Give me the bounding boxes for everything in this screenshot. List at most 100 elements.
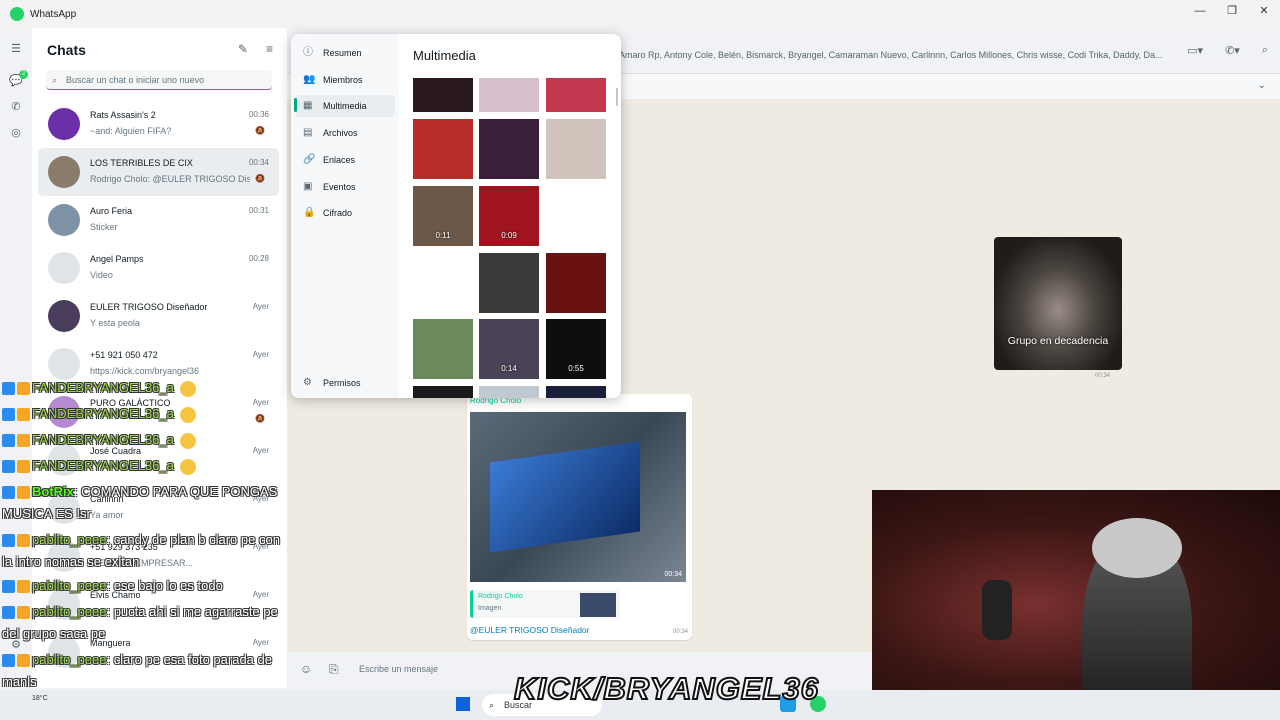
chat-message: del grupo saca pe	[2, 626, 106, 641]
badge-icon	[17, 654, 30, 668]
windows-start-icon[interactable]	[456, 697, 470, 711]
chat-preview: Y esta peola	[90, 318, 140, 328]
voice-call-icon[interactable]: ✆▾	[1225, 44, 1240, 57]
chat-message: manls	[2, 674, 37, 689]
menu-icon[interactable]: ☰	[9, 42, 23, 56]
stream-chat-line: del grupo saca pe	[2, 626, 105, 641]
nav-item-multimedia[interactable]: ▦ Multimedia	[295, 95, 395, 118]
chat-time: Ayer	[252, 350, 269, 359]
media-thumbnail[interactable]	[413, 319, 473, 379]
chat-name: EULER TRIGOSO Diseñador	[90, 302, 208, 312]
chat-time: Ayer	[252, 638, 269, 647]
media-thumbnail[interactable]: 0:11	[413, 186, 473, 246]
badge-icon	[2, 382, 15, 396]
media-thumbnail[interactable]	[546, 78, 606, 112]
search-icon: ⌕	[52, 75, 58, 85]
badge-icon	[17, 580, 30, 594]
media-thumbnail[interactable]	[413, 386, 473, 398]
permissions-item[interactable]: ⚙ Permisos	[295, 372, 395, 394]
chat-row[interactable]: Angel Pamps Video 00:28	[38, 244, 279, 292]
media-thumbnail[interactable]	[546, 119, 606, 179]
chat-time: 00:36	[248, 110, 269, 119]
chat-row[interactable]: LOS TERRIBLES DE CIX Rodrigo Cholo: @EULE…	[38, 148, 279, 196]
nav-item-miembros[interactable]: 👥 Miembros	[295, 69, 395, 91]
avatar	[48, 252, 80, 284]
chat-row[interactable]: EULER TRIGOSO Diseñador Y esta peola Ayer	[38, 292, 279, 340]
media-thumbnail[interactable]	[546, 386, 606, 398]
chat-username: pablito_peee	[32, 578, 107, 593]
calendar-icon: ▣	[303, 180, 313, 192]
chat-time: Ayer	[252, 590, 269, 599]
media-thumbnail[interactable]	[413, 78, 473, 112]
group-info-popover: ⓘ Resumen 👥 Miembros ▦ Multimedia ▤ Archivos 🔗 En…	[291, 34, 621, 398]
weather-widget[interactable]: 18°C	[32, 695, 48, 702]
image-message[interactable]: Grupo en decadencia	[994, 237, 1122, 370]
filter-icon[interactable]: ≡	[266, 42, 273, 56]
pig-image	[994, 237, 1122, 370]
search-messages-icon[interactable]: ⌕	[1262, 44, 1268, 57]
calls-icon[interactable]: ✆	[9, 100, 23, 114]
minimize-icon[interactable]: —	[1184, 0, 1216, 22]
media-thumbnail[interactable]	[546, 253, 606, 313]
status-icon[interactable]: ◎	[9, 126, 23, 140]
emote-icon	[179, 406, 196, 423]
media-thumbnail[interactable]	[413, 119, 473, 179]
chat-preview: https://kick.com/bryangel36	[90, 366, 200, 376]
media-thumbnail[interactable]	[479, 386, 539, 398]
badge-icon	[2, 434, 15, 448]
chat-time: Ayer	[252, 302, 269, 311]
attach-icon[interactable]: ⎘	[329, 662, 339, 677]
nav-label: Enlaces	[323, 154, 356, 165]
chat-preview: Sticker	[90, 222, 118, 232]
media-thumbnail[interactable]: 0:09	[479, 186, 539, 246]
maximize-icon[interactable]: ❐	[1216, 0, 1248, 22]
media-thumbnail[interactable]	[479, 119, 539, 179]
video-thumbnail[interactable]: 00:34	[470, 412, 686, 582]
chat-row[interactable]: Auro Feria Sticker 00:31	[38, 196, 279, 244]
chat-username: FANDEBRYANGEL36_a	[32, 432, 174, 447]
mention-link[interactable]: @EULER TRIGOSO Diseñador	[470, 625, 589, 635]
media-thumbnail[interactable]: 0:55	[546, 319, 606, 379]
permissions-label: Permisos	[323, 378, 361, 388]
badge-icon	[17, 434, 30, 448]
emoji-icon[interactable]: ☺	[300, 662, 312, 676]
chat-name: Angel Pamps	[90, 254, 144, 264]
members-icon: 👥	[303, 73, 316, 85]
message-input[interactable]: Escribe un mensaje	[359, 664, 438, 674]
quoted-thumbnail	[580, 593, 616, 617]
stream-chat-line: pablito_peee: candy de plan b claro pe c…	[2, 532, 280, 548]
nav-item-cifrado[interactable]: 🔒 Cifrado	[295, 202, 395, 224]
muted-icon: 🔕	[255, 126, 265, 135]
window-controls: — ❐ ✕	[1184, 0, 1280, 22]
active-indicator	[294, 98, 297, 112]
chevron-down-icon[interactable]: ⌄	[1258, 80, 1266, 91]
video-message[interactable]: Rodrigo Cholo 00:34 Rodrigo Cholo Imagen…	[467, 394, 692, 640]
chat-row[interactable]: Rats Assasin's 2 ~and: Alguien FIFA? 00:36…	[38, 100, 279, 148]
media-scrollbar[interactable]	[616, 88, 618, 106]
media-title: Multimedia	[413, 48, 476, 63]
chat-message: : COMANDO PARA QUE PONGAS	[73, 484, 278, 499]
stream-watermark: KICK/BRYANGEL36	[513, 670, 819, 707]
video-duration: 0:09	[501, 231, 517, 240]
image-caption: Grupo en decadencia	[1007, 335, 1109, 347]
search-input[interactable]: ⌕ Buscar un chat o iniciar uno nuevo	[46, 70, 272, 90]
media-thumbnail[interactable]: 0:14	[479, 319, 539, 379]
chat-time: 00:31	[248, 206, 269, 215]
chat-time: 00:34	[248, 158, 269, 167]
video-call-icon[interactable]: ▭▾	[1187, 44, 1203, 57]
new-chat-icon[interactable]: ✎	[238, 42, 248, 56]
chat-time: 00:28	[248, 254, 269, 263]
close-icon[interactable]: ✕	[1248, 0, 1280, 22]
chat-username: FANDEBRYANGEL36_a	[32, 380, 174, 395]
media-thumbnail[interactable]	[479, 78, 539, 112]
nav-item-eventos[interactable]: ▣ Eventos	[295, 176, 395, 198]
badge-icon	[2, 534, 15, 548]
nav-item-resumen[interactable]: ⓘ Resumen	[295, 42, 395, 64]
nav-item-archivos[interactable]: ▤ Archivos	[295, 122, 395, 144]
avatar	[48, 204, 80, 236]
badge-icon	[2, 606, 15, 620]
chat-message: : ese bajo lo es todo	[106, 578, 223, 593]
stream-chat-line: FANDEBRYANGEL36_a	[2, 458, 196, 475]
nav-item-enlaces[interactable]: 🔗 Enlaces	[295, 149, 395, 171]
media-thumbnail[interactable]	[479, 253, 539, 313]
